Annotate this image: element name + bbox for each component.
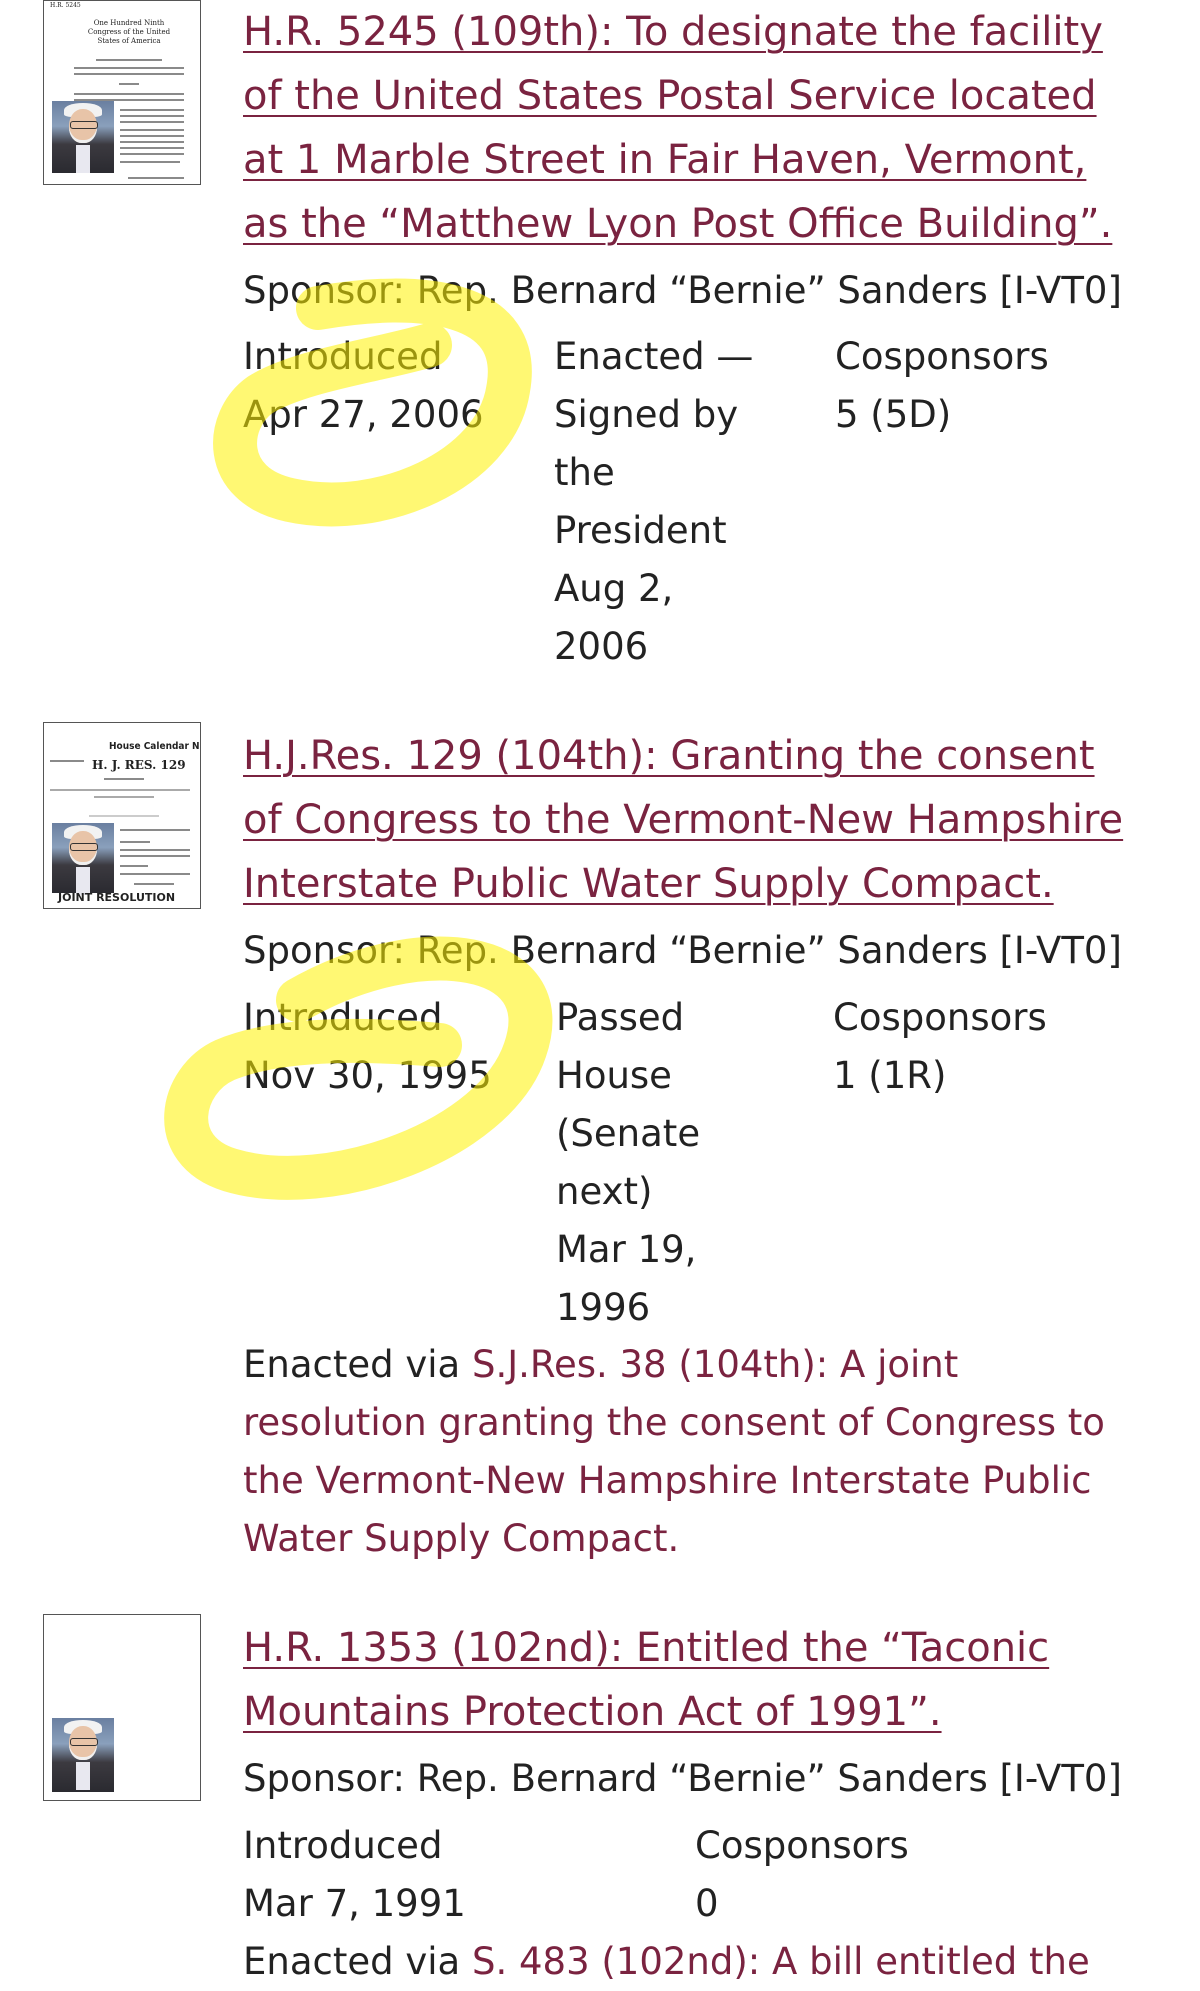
- status-line: Mar 19,: [556, 1228, 697, 1271]
- cosponsors-label: Cosponsors: [695, 1824, 909, 1867]
- introduced-column: Introduced Apr 27, 2006: [243, 328, 484, 444]
- thumb-doc-line: [74, 73, 184, 75]
- thumb-doc-line: [120, 121, 184, 123]
- bill-sponsor: Sponsor: Rep. Bernard “Bernie” Sanders […: [243, 269, 1122, 312]
- cosponsors-label: Cosponsors: [833, 996, 1047, 1039]
- thumb-doc-line: [120, 829, 190, 831]
- status-line: House: [556, 1054, 672, 1097]
- thumb-doc-line: [120, 849, 190, 851]
- status-line: the: [554, 451, 615, 494]
- cosponsors-column: Cosponsors 1 (1R): [833, 989, 1047, 1105]
- status-column: Passed House (Senate next) Mar 19, 1996: [556, 989, 700, 1337]
- introduced-date: Nov 30, 1995: [243, 1054, 492, 1097]
- enacted-via-link[interactable]: S. 483 (102nd): A bill entitled the: [472, 1940, 1090, 1983]
- sponsor-photo: [52, 101, 114, 173]
- introduced-column: Introduced Mar 7, 1991: [243, 1817, 466, 1933]
- thumb-doc-line: [50, 760, 84, 762]
- bill-thumbnail[interactable]: H.R. 5245 One Hundred Ninth Congress of …: [43, 0, 201, 185]
- thumb-doc-line: [120, 161, 180, 163]
- bill-title-link[interactable]: H.R. 5245 (109th): To designate the faci…: [243, 0, 1143, 256]
- cosponsors-label: Cosponsors: [835, 335, 1049, 378]
- thumb-doc-line: [74, 67, 184, 69]
- thumb-doc-line: [104, 778, 144, 780]
- enacted-via: Enacted via S.J.Res. 38 (104th): A joint…: [243, 1336, 1143, 1568]
- status-line: Passed: [556, 996, 685, 1039]
- thumb-doc-line: [119, 83, 139, 85]
- thumb-doc-line: [120, 865, 148, 867]
- thumb-doc-line: [134, 883, 174, 885]
- thumb-doc-line: [89, 815, 159, 817]
- thumb-doc-line: [50, 789, 190, 791]
- introduced-date: Apr 27, 2006: [243, 393, 484, 436]
- sponsor-photo: [52, 1718, 114, 1792]
- status-line: 1996: [556, 1286, 651, 1329]
- introduced-column: Introduced Nov 30, 1995: [243, 989, 492, 1105]
- thumb-footer: JOINT RESOLUTION: [58, 891, 176, 904]
- cosponsors-value: 1 (1R): [833, 1054, 947, 1097]
- bill-title-link[interactable]: H.J.Res. 129 (104th): Granting the conse…: [243, 724, 1143, 916]
- thumb-doc-line: [120, 873, 190, 875]
- thumb-doc-line: [74, 93, 184, 95]
- cosponsors-column: Cosponsors 0: [695, 1817, 909, 1933]
- cosponsors-value: 0: [695, 1882, 719, 1925]
- thumb-calendar: House Calendar No. 194: [109, 741, 200, 752]
- introduced-label: Introduced: [243, 1824, 443, 1867]
- cosponsors-column: Cosponsors 5 (5D): [835, 328, 1049, 444]
- bill-title-link[interactable]: H.R. 1353 (102nd): Entitled the “Taconic…: [243, 1616, 1143, 1744]
- status-line: 2006: [554, 625, 649, 668]
- thumb-doc-line: [120, 153, 184, 155]
- bill-thumbnail[interactable]: [43, 1614, 201, 1801]
- status-line: (Senate: [556, 1112, 701, 1155]
- status-line: Aug 2,: [554, 567, 674, 610]
- introduced-label: Introduced: [243, 335, 443, 378]
- thumb-doc-line: [120, 129, 184, 131]
- thumb-title: One Hundred Ninth Congress of the United…: [87, 19, 171, 45]
- bill-sponsor: Sponsor: Rep. Bernard “Bernie” Sanders […: [243, 929, 1122, 972]
- status-line: Signed by: [554, 393, 739, 436]
- introduced-label: Introduced: [243, 996, 443, 1039]
- status-column: Enacted — Signed by the President Aug 2,…: [554, 328, 753, 676]
- enacted-via: Enacted via S. 483 (102nd): A bill entit…: [243, 1933, 1143, 1991]
- bill-sponsor: Sponsor: Rep. Bernard “Bernie” Sanders […: [243, 1757, 1122, 1800]
- cosponsors-value: 5 (5D): [835, 393, 952, 436]
- thumb-doc-line: [120, 147, 184, 149]
- thumb-doc-line: [120, 855, 190, 857]
- enacted-via-prefix: Enacted via: [243, 1940, 461, 1983]
- thumb-doc-line: [128, 177, 184, 179]
- thumb-doc-line: [120, 841, 150, 843]
- status-line: President: [554, 509, 727, 552]
- thumb-doc-line: [96, 59, 162, 61]
- status-line: Enacted —: [554, 335, 754, 378]
- bill-thumbnail[interactable]: House Calendar No. 194 H. J. RES. 129 JO…: [43, 722, 201, 909]
- thumb-doc-line: [120, 109, 184, 111]
- status-line: next): [556, 1170, 653, 1213]
- thumb-doc-line: [120, 115, 184, 117]
- sponsor-photo: [52, 823, 114, 895]
- thumb-doc-line: [120, 141, 184, 143]
- enacted-via-prefix: Enacted via: [243, 1343, 461, 1386]
- thumb-number: H. J. RES. 129: [92, 758, 186, 772]
- thumb-header: H.R. 5245: [50, 2, 81, 9]
- thumb-doc-line: [120, 135, 184, 137]
- introduced-date: Mar 7, 1991: [243, 1882, 466, 1925]
- thumb-doc-line: [94, 796, 154, 798]
